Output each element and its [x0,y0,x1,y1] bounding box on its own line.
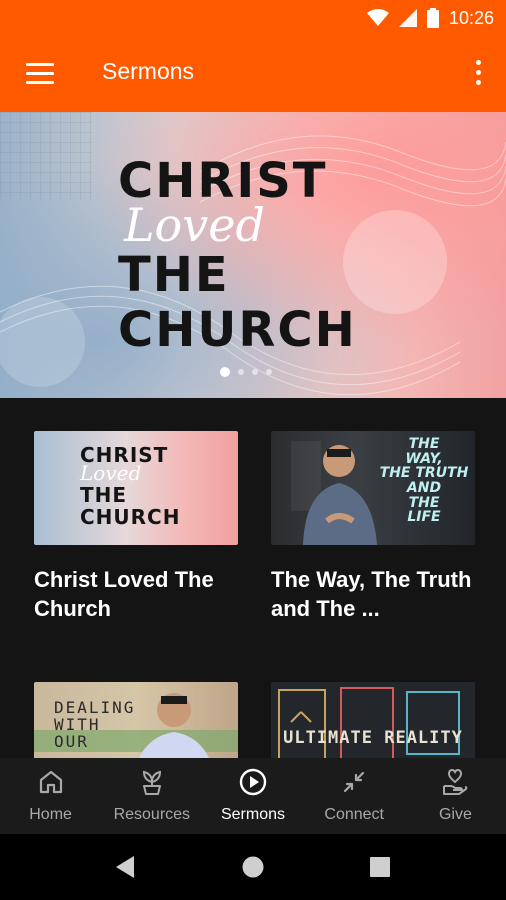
thumb-line: THE [408,436,440,452]
sermon-card[interactable]: CHRIST Loved THE CHURCH Christ Loved The… [34,431,238,623]
sermon-title: The Way, The Truth and The ... [271,567,472,621]
menu-icon[interactable] [26,63,54,85]
carousel-dot[interactable] [238,369,244,375]
system-navigation-bar [0,834,506,900]
home-icon [39,770,62,794]
sermon-thumbnail: CHRIST Loved THE CHURCH [34,431,238,545]
carousel-dot[interactable] [266,369,272,375]
carousel-indicator [220,367,272,377]
thumb-line: AND [406,480,442,497]
home-button-icon[interactable] [242,856,264,878]
thumb-line: THE TRUTH [379,465,469,482]
hero-title-group: CHRIST Loved THE CHURCH [118,156,357,358]
nav-sermons[interactable]: Sermons [202,758,303,834]
carousel-dot[interactable] [252,369,258,375]
page-title: Sermons [102,58,195,84]
status-time: 10:26 [448,7,494,28]
sermon-thumbnail: DEALING WITH OUR [34,682,238,758]
sermon-card[interactable]: THE WAY, THE TRUTH AND THE LIFE The Way,… [271,431,475,623]
more-options-icon[interactable] [474,60,482,88]
thumb-line: CHURCH [80,505,181,529]
sermon-card[interactable]: ULTIMATE REALITY [271,682,475,758]
nav-label: Connect [324,806,384,823]
compress-icon [344,771,365,793]
battery-icon [426,8,439,28]
heart-hand-icon [443,768,468,795]
back-icon[interactable] [114,855,136,879]
nav-label: Home [29,806,72,823]
wifi-icon [366,9,389,26]
sermon-thumbnail: THE WAY, THE TRUTH AND THE LIFE [271,431,475,545]
carousel-dot[interactable] [220,367,230,377]
sermon-thumbnail: ULTIMATE REALITY [271,682,475,758]
hero-line-3: THE [118,247,230,303]
nav-label: Resources [113,806,191,823]
thumb-line: WAY, [405,450,443,467]
nav-label: Give [438,806,472,823]
nav-connect[interactable]: Connect [304,758,405,834]
recents-icon[interactable] [370,857,390,877]
nav-give[interactable]: Give [405,758,506,834]
sermon-card[interactable]: DEALING WITH OUR [34,682,238,758]
hero-line-4: CHURCH [118,302,357,358]
bottom-navigation: Home Resources Sermons Connect Give [0,758,506,834]
signal-icon [398,9,417,27]
sermon-grid: CHRIST Loved THE CHURCH Christ Loved The… [0,398,506,758]
thumb-line: OUR [54,731,89,751]
hero-banner[interactable]: CHRIST Loved THE CHURCH [0,112,506,398]
status-bar: 10:26 [0,0,506,36]
nav-home[interactable]: Home [0,758,101,834]
sermon-title: Christ Loved The Church [34,567,214,621]
thumb-line: THE [80,483,128,507]
thumb-line: ULTIMATE REALITY [283,728,463,748]
status-icons: 10:26 [366,6,494,30]
thumb-line: THE [408,494,440,511]
sprout-icon [142,770,161,795]
nav-resources[interactable]: Resources [101,758,202,834]
thumb-line: LIFE [407,509,441,526]
nav-label: Sermons [220,806,286,823]
play-circle-icon [239,768,267,796]
app-bar: Sermons [0,36,506,112]
speaker-figure [291,441,377,545]
